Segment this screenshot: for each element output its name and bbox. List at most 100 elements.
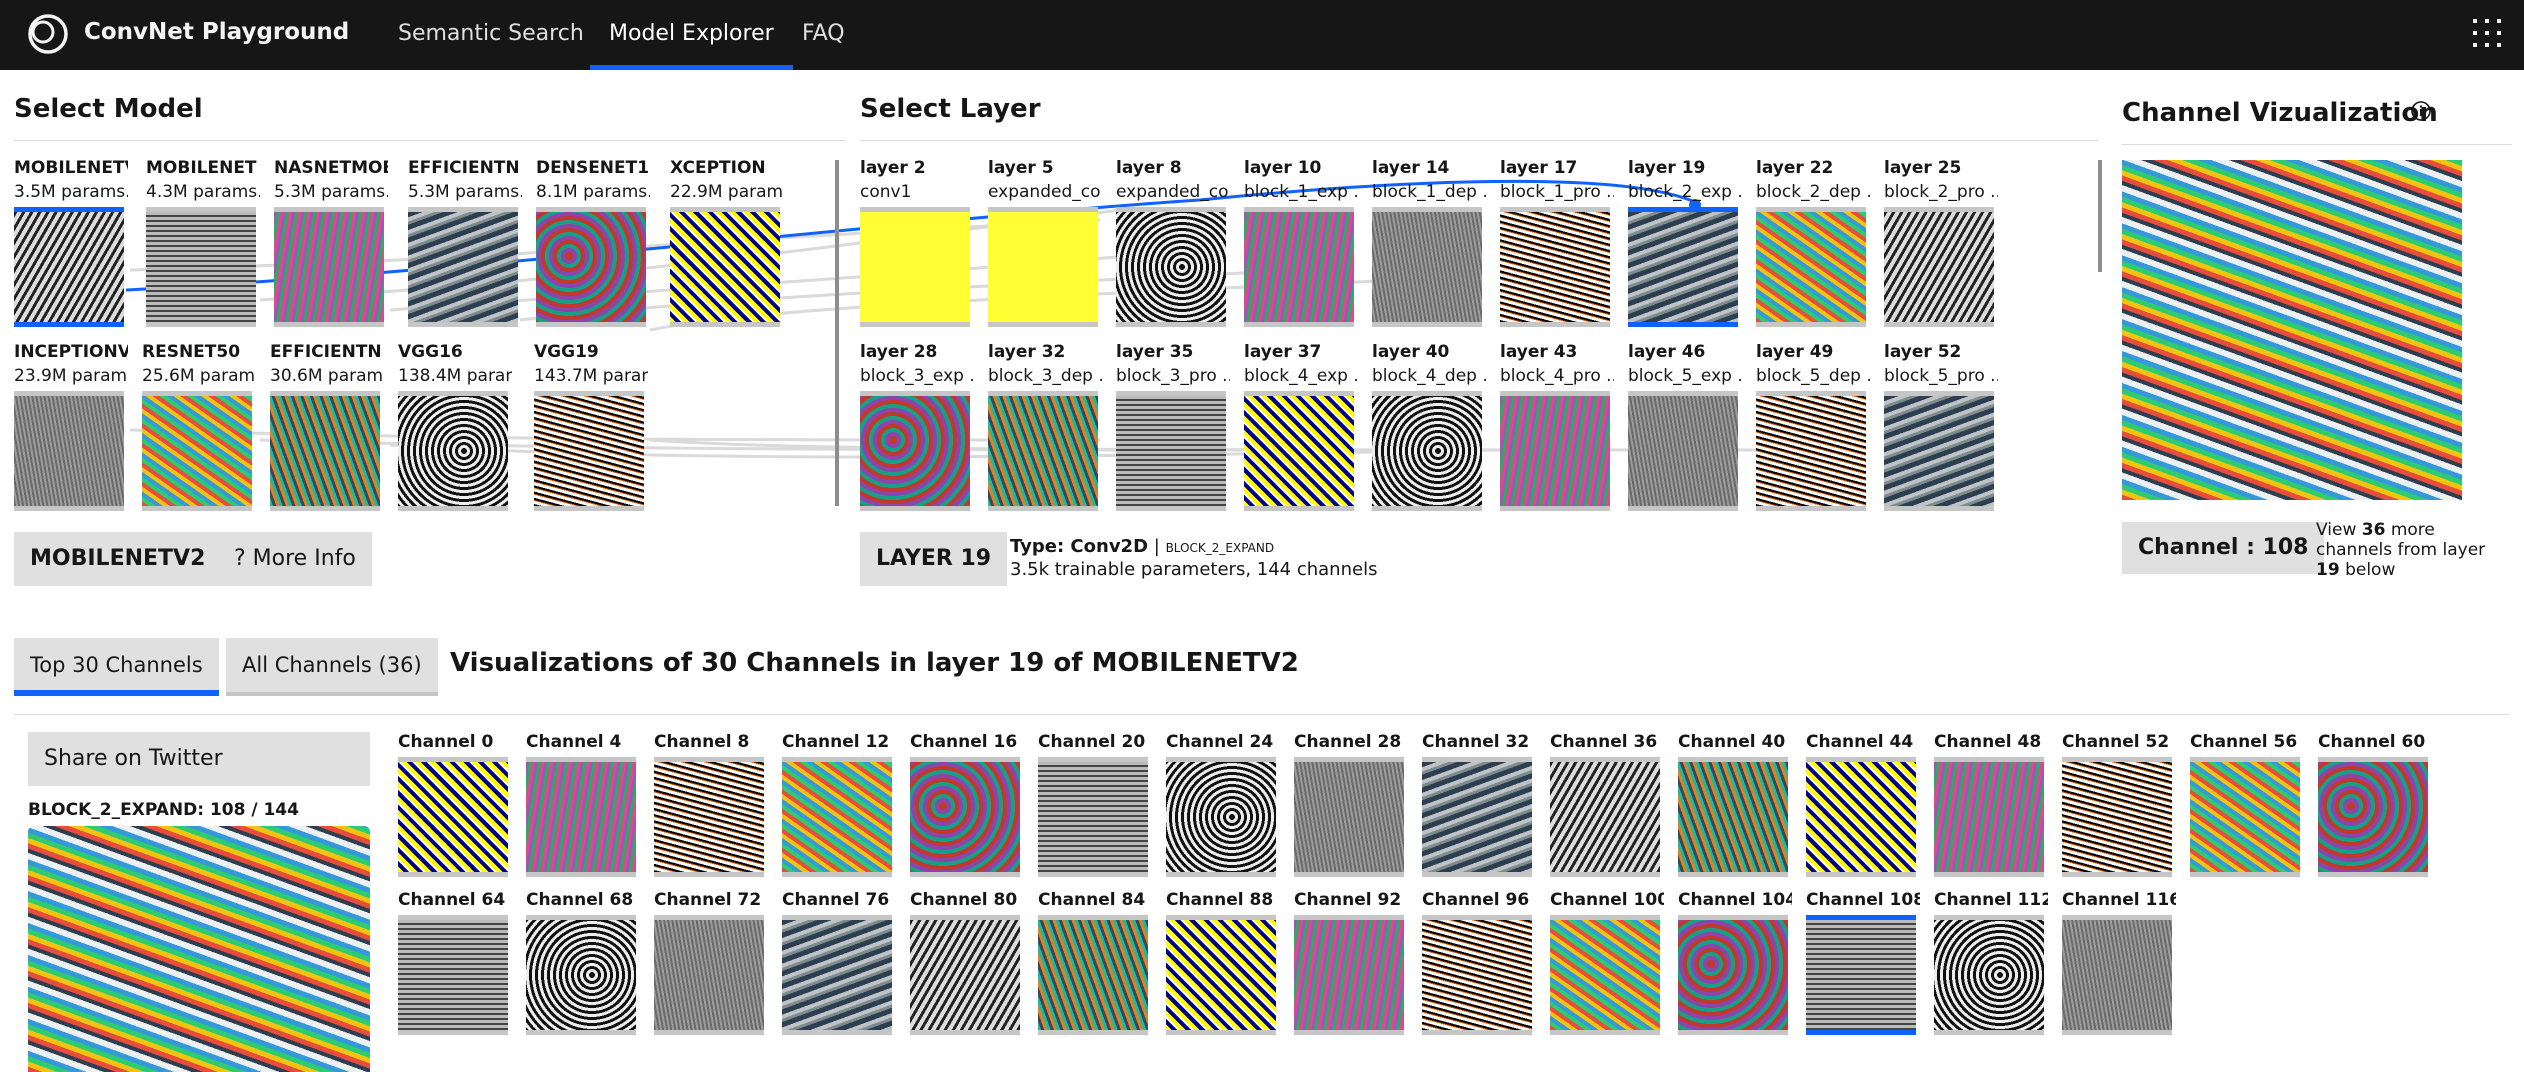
model-card-5[interactable]: XCEPTION 22.9M params. (670, 156, 784, 327)
layer-thumbnail[interactable] (860, 391, 970, 511)
channel-card-18[interactable]: Channel 72 (654, 888, 768, 1035)
layer-card-1[interactable]: layer 5 expanded_co .. (988, 156, 1102, 327)
model-thumbnail[interactable] (270, 391, 380, 511)
layer-thumbnail[interactable] (1628, 207, 1738, 327)
model-thumbnail[interactable] (536, 207, 646, 327)
layer-card-2[interactable]: layer 8 expanded_co .. (1116, 156, 1230, 327)
layer-card-15[interactable]: layer 46 block_5_exp .. (1628, 340, 1742, 511)
model-card-4[interactable]: DENSENET12 .. 8.1M params. (536, 156, 650, 327)
channel-thumbnail[interactable] (1550, 757, 1660, 877)
layer-card-3[interactable]: layer 10 block_1_exp .. (1244, 156, 1358, 327)
model-card-0[interactable]: MOBILENETV .. 3.5M params. (14, 156, 128, 327)
channel-card-11[interactable]: Channel 44 (1806, 730, 1920, 877)
model-thumbnail[interactable] (534, 391, 644, 511)
channel-thumbnail[interactable] (2062, 757, 2172, 877)
layer-thumbnail[interactable] (988, 391, 1098, 511)
app-title[interactable]: ConvNet Playground (84, 19, 349, 45)
channel-thumbnail[interactable] (782, 915, 892, 1035)
nav-tab-semantic-search[interactable]: Semantic Search (398, 0, 584, 70)
model-thumbnail[interactable] (146, 207, 256, 327)
model-thumbnail[interactable] (670, 207, 780, 327)
tab-all-channels[interactable]: All Channels (36) (226, 638, 438, 696)
model-list-scrollbar[interactable] (835, 160, 839, 506)
channel-thumbnail[interactable] (1166, 915, 1276, 1035)
channel-thumbnail[interactable] (398, 915, 508, 1035)
channel-thumbnail[interactable] (2190, 757, 2300, 877)
channel-thumbnail[interactable] (910, 757, 1020, 877)
channel-card-17[interactable]: Channel 68 (526, 888, 640, 1035)
channel-thumbnail[interactable] (910, 915, 1020, 1035)
layer-thumbnail[interactable] (1884, 207, 1994, 327)
layer-thumbnail[interactable] (1756, 207, 1866, 327)
channel-card-28[interactable]: Channel 112 (1934, 888, 2048, 1035)
channel-thumbnail[interactable] (2318, 757, 2428, 877)
channel-card-4[interactable]: Channel 16 (910, 730, 1024, 877)
channel-card-22[interactable]: Channel 88 (1166, 888, 1280, 1035)
layer-card-13[interactable]: layer 40 block_4_dep .. (1372, 340, 1486, 511)
model-thumbnail[interactable] (408, 207, 518, 327)
info-icon[interactable] (2410, 100, 2432, 122)
selected-model-button[interactable]: MOBILENETV2 (14, 532, 222, 586)
channel-thumbnail[interactable] (654, 915, 764, 1035)
channel-card-19[interactable]: Channel 76 (782, 888, 896, 1035)
layer-card-12[interactable]: layer 37 block_4_exp .. (1244, 340, 1358, 511)
channel-card-23[interactable]: Channel 92 (1294, 888, 1408, 1035)
channel-thumbnail[interactable] (1934, 915, 2044, 1035)
nav-tab-model-explorer[interactable]: Model Explorer (590, 0, 793, 70)
channel-card-15[interactable]: Channel 60 (2318, 730, 2432, 877)
layer-card-14[interactable]: layer 43 block_4_pro .. (1500, 340, 1614, 511)
more-info-button[interactable]: ? More Info (218, 532, 372, 586)
layer-thumbnail[interactable] (1500, 207, 1610, 327)
nav-tab-faq[interactable]: FAQ (802, 0, 845, 70)
channel-card-7[interactable]: Channel 28 (1294, 730, 1408, 877)
layer-card-10[interactable]: layer 32 block_3_dep .. (988, 340, 1102, 511)
layer-card-6[interactable]: layer 19 block_2_exp .. (1628, 156, 1742, 327)
channel-thumbnail[interactable] (2062, 915, 2172, 1035)
channel-card-26[interactable]: Channel 104 (1678, 888, 1792, 1035)
channel-card-16[interactable]: Channel 64 (398, 888, 512, 1035)
layer-thumbnail[interactable] (1500, 391, 1610, 511)
layer-thumbnail[interactable] (1628, 391, 1738, 511)
layer-card-16[interactable]: layer 49 block_5_dep .. (1756, 340, 1870, 511)
channel-thumbnail[interactable] (1038, 915, 1148, 1035)
model-card-10[interactable]: VGG19 143.7M params. (534, 340, 648, 511)
channel-thumbnail[interactable] (398, 757, 508, 877)
layer-thumbnail[interactable] (1116, 207, 1226, 327)
layer-card-0[interactable]: layer 2 conv1 (860, 156, 974, 327)
channel-thumbnail[interactable] (1806, 757, 1916, 877)
channel-label-button[interactable]: Channel : 108 (2122, 522, 2325, 574)
layer-card-11[interactable]: layer 35 block_3_pro .. (1116, 340, 1230, 511)
channel-thumbnail[interactable] (1038, 757, 1148, 877)
model-thumbnail[interactable] (274, 207, 384, 327)
layer-thumbnail[interactable] (1884, 391, 1994, 511)
model-thumbnail[interactable] (14, 391, 124, 511)
channel-card-0[interactable]: Channel 0 (398, 730, 512, 877)
channel-card-13[interactable]: Channel 52 (2062, 730, 2176, 877)
layer-thumbnail[interactable] (860, 207, 970, 327)
layer-thumbnail[interactable] (1116, 391, 1226, 511)
layer-thumbnail[interactable] (988, 207, 1098, 327)
channel-thumbnail[interactable] (526, 915, 636, 1035)
channel-card-1[interactable]: Channel 4 (526, 730, 640, 877)
channel-card-5[interactable]: Channel 20 (1038, 730, 1152, 877)
channel-thumbnail[interactable] (1422, 915, 1532, 1035)
channel-thumbnail[interactable] (1294, 757, 1404, 877)
channel-thumbnail[interactable] (526, 757, 636, 877)
model-card-8[interactable]: EFFICIENTN .. 30.6M params. (270, 340, 384, 511)
channel-card-14[interactable]: Channel 56 (2190, 730, 2304, 877)
channel-card-20[interactable]: Channel 80 (910, 888, 1024, 1035)
channel-thumbnail[interactable] (1166, 757, 1276, 877)
channel-thumbnail[interactable] (782, 757, 892, 877)
model-card-2[interactable]: NASNETMOBI .. 5.3M params. (274, 156, 388, 327)
layer-thumbnail[interactable] (1372, 207, 1482, 327)
share-twitter-button[interactable]: Share on Twitter (28, 732, 370, 786)
layer-card-8[interactable]: layer 25 block_2_pro .. (1884, 156, 1998, 327)
layer-thumbnail[interactable] (1244, 207, 1354, 327)
app-switcher-icon[interactable] (2472, 18, 2502, 48)
model-card-1[interactable]: MOBILENET 4.3M params. (146, 156, 260, 327)
layer-thumbnail[interactable] (1244, 391, 1354, 511)
model-card-6[interactable]: INCEPTIONV .. 23.9M params. (14, 340, 128, 511)
selected-layer-button[interactable]: LAYER 19 (860, 532, 1008, 586)
layer-thumbnail[interactable] (1372, 391, 1482, 511)
channel-thumbnail[interactable] (1422, 757, 1532, 877)
